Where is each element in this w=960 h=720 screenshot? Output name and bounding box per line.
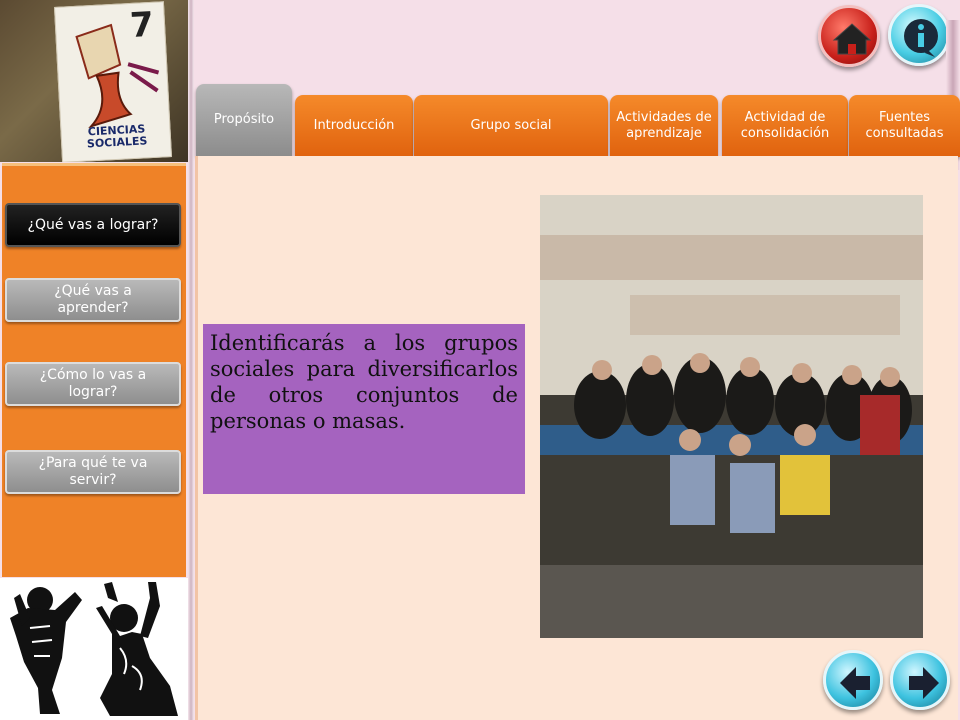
sidebar-item-para-que-te-va-servir[interactable]: ¿Para qué te va servir?	[5, 450, 181, 494]
home-button[interactable]	[818, 5, 880, 67]
left-divider	[188, 0, 194, 720]
group-photo	[540, 195, 923, 638]
tab-actividades-de-aprendizaje[interactable]: Actividades de aprendizaje	[610, 95, 718, 157]
figure-right-icon	[96, 582, 178, 716]
home-icon	[832, 23, 872, 55]
purpose-text: Identificarás a los grupos sociales para…	[203, 324, 525, 494]
figure-left-icon	[10, 587, 82, 714]
sidebar-item-que-vas-a-lograr[interactable]: ¿Qué vas a lograr?	[5, 203, 181, 247]
book-cover-image: 7 CIENCIAS SOCIALES	[0, 0, 188, 162]
sidebar-item-que-vas-a-aprender[interactable]: ¿Qué vas a aprender?	[5, 278, 181, 322]
book-number: 7	[129, 4, 155, 47]
tab-actividad-de-consolidacion[interactable]: Actividad de consolidación	[722, 95, 848, 157]
sidebar-item-como-lo-vas-a-lograr[interactable]: ¿Cómo lo vas a lograr?	[5, 362, 181, 406]
info-button[interactable]	[888, 4, 950, 66]
tab-proposito[interactable]: Propósito	[196, 84, 292, 156]
arrow-right-icon	[909, 667, 939, 699]
tab-introduccion[interactable]: Introducción	[295, 95, 413, 157]
next-button[interactable]	[890, 650, 950, 710]
previous-button[interactable]	[823, 650, 883, 710]
decorative-figures	[0, 578, 188, 720]
book-title: CIENCIAS SOCIALES	[86, 122, 148, 151]
info-icon	[904, 19, 938, 57]
tab-grupo-social[interactable]: Grupo social	[414, 95, 608, 157]
book-cover: 7 CIENCIAS SOCIALES	[53, 1, 173, 162]
tab-fuentes-consultadas[interactable]: Fuentes consultadas	[849, 95, 960, 157]
arrow-left-icon	[840, 667, 870, 699]
